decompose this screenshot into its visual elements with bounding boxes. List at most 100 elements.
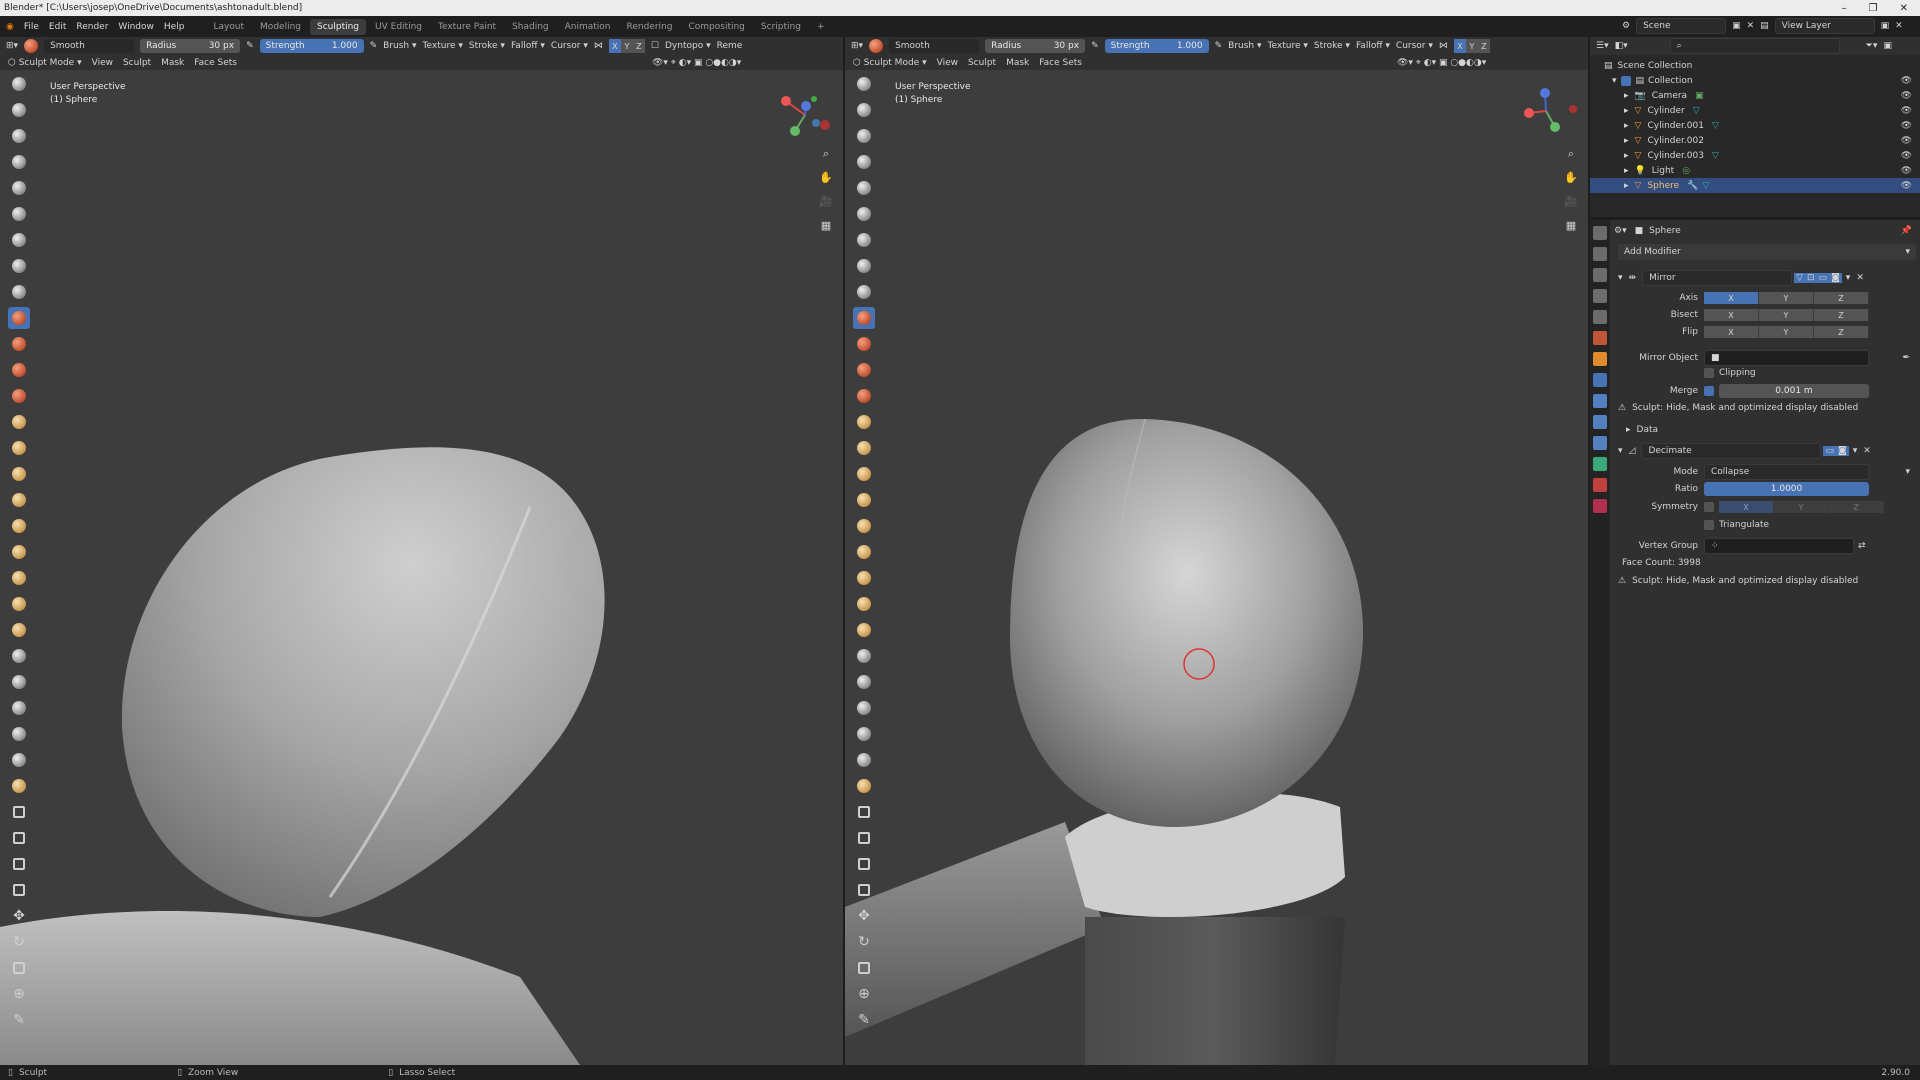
transform-tool-icon[interactable]: ⊕ — [8, 983, 30, 1005]
cloth-brush-icon[interactable] — [853, 697, 875, 719]
expand-icon[interactable]: ▸ — [1624, 181, 1629, 191]
tab-shading[interactable]: Shading — [505, 19, 556, 35]
close-icon[interactable]: ✕ — [1900, 3, 1908, 14]
visibility-eye-icon[interactable]: 👁 — [1901, 181, 1912, 191]
simplify-brush-icon[interactable] — [853, 723, 875, 745]
menu-window[interactable]: Window — [118, 22, 154, 32]
outliner-editor-icon[interactable]: ☰▾ — [1596, 41, 1609, 51]
draw-face-sets-icon[interactable] — [853, 775, 875, 797]
snake-hook-brush-icon[interactable] — [8, 515, 30, 537]
clipping-row[interactable]: Clipping — [1704, 368, 1756, 378]
remove-modifier-icon[interactable]: ✕ — [1863, 446, 1871, 456]
rotate-tool-icon[interactable]: ↻ — [8, 931, 30, 953]
flip-y-toggle[interactable]: Y — [1759, 326, 1814, 338]
pose-brush-icon[interactable] — [853, 567, 875, 589]
move-tool-icon[interactable]: ✥ — [8, 905, 30, 927]
fill-brush-icon[interactable] — [8, 359, 30, 381]
bisect-x-toggle[interactable]: X — [1704, 309, 1759, 321]
merge-checkbox[interactable] — [1704, 386, 1714, 396]
edit-mode-toggle-icon[interactable]: ▽ — [1794, 273, 1805, 283]
eyedropper-icon[interactable]: ✒ — [1902, 353, 1910, 363]
ratio-slider[interactable]: 1.0000 — [1704, 482, 1869, 496]
grab-brush-icon[interactable] — [853, 463, 875, 485]
blender-logo-icon[interactable]: ◉ — [6, 22, 14, 32]
box-mask-icon[interactable] — [853, 801, 875, 823]
grid-view-icon[interactable]: ▦ — [818, 219, 834, 235]
symmetry-x-toggle[interactable]: X — [1719, 501, 1774, 513]
pan-hand-icon[interactable]: ✋ — [818, 171, 834, 187]
collapse-icon[interactable]: ▾ — [1618, 446, 1623, 456]
scrape-brush-icon[interactable] — [8, 385, 30, 407]
multiplane-scrape-brush-icon[interactable] — [853, 411, 875, 433]
add-modifier-dropdown[interactable]: Add Modifier ▾ — [1618, 244, 1916, 260]
fill-brush-icon[interactable] — [853, 359, 875, 381]
box-hide-icon[interactable] — [8, 827, 30, 849]
new-view-layer-icon[interactable]: ▣ — [1881, 21, 1890, 31]
mask-brush-icon[interactable] — [8, 749, 30, 771]
simplify-brush-icon[interactable] — [8, 723, 30, 745]
render-toggle-icon[interactable]: ◙ — [1835, 446, 1849, 456]
symmetry-checkbox[interactable] — [1704, 502, 1714, 512]
display-mode-icon[interactable]: ◧▾ — [1615, 41, 1628, 51]
rotate-brush-icon[interactable] — [8, 619, 30, 641]
box-hide-icon[interactable] — [853, 827, 875, 849]
expand-icon[interactable]: ▸ — [1624, 91, 1629, 101]
outliner-item-cylinder-001[interactable]: ▸ ▽ Cylinder.001 ▽ 👁 — [1590, 118, 1920, 133]
expand-icon[interactable]: ▸ — [1624, 166, 1629, 176]
elastic-deform-brush-icon[interactable] — [853, 489, 875, 511]
data-tab-icon[interactable] — [1593, 457, 1607, 471]
tab-texture-paint[interactable]: Texture Paint — [431, 19, 503, 35]
viewport-right[interactable]: ⊞▾ Smooth Radius 30 px ✎ Strength 1.000 ✎ … — [845, 37, 1588, 1065]
smooth-brush-icon[interactable] — [8, 307, 30, 329]
scale-tool-icon[interactable] — [8, 957, 30, 979]
tab-scripting[interactable]: Scripting — [754, 19, 808, 35]
outliner-item-camera[interactable]: ▸ 📷 Camera ▣ 👁 — [1590, 88, 1920, 103]
view-layer-selector[interactable]: View Layer — [1774, 18, 1875, 34]
inflate-brush-icon[interactable] — [8, 229, 30, 251]
slide-relax-brush-icon[interactable] — [8, 645, 30, 667]
cloth-brush-icon[interactable] — [8, 697, 30, 719]
visibility-eye-icon[interactable]: 👁 — [1901, 106, 1912, 116]
expand-icon[interactable]: ▸ — [1624, 151, 1629, 161]
tab-layout[interactable]: Layout — [206, 19, 251, 35]
camera-view-icon[interactable]: 🎥 — [818, 195, 834, 211]
mirror-object-field[interactable]: ■ ✒ — [1704, 350, 1910, 366]
mode-dropdown[interactable]: Collapse ▾ — [1704, 464, 1910, 480]
clay-brush-icon[interactable] — [8, 125, 30, 147]
axis-z-toggle[interactable]: Z — [1814, 292, 1869, 304]
pinch-brush-icon[interactable] — [8, 437, 30, 459]
layer-brush-icon[interactable] — [853, 203, 875, 225]
scale-tool-icon[interactable] — [853, 957, 875, 979]
snake-hook-brush-icon[interactable] — [853, 515, 875, 537]
transform-tool-icon[interactable]: ⊕ — [853, 983, 875, 1005]
menu-edit[interactable]: Edit — [49, 22, 66, 32]
grid-view-icon[interactable]: ▦ — [1563, 219, 1579, 235]
scene-tab-icon[interactable] — [1593, 310, 1607, 324]
box-trim-icon[interactable] — [853, 879, 875, 901]
scene-selector[interactable]: Scene — [1636, 18, 1727, 34]
draw-brush-icon[interactable] — [8, 73, 30, 95]
flip-x-toggle[interactable]: X — [1704, 326, 1759, 338]
flatten-brush-icon[interactable] — [8, 333, 30, 355]
scene-collection-row[interactable]: ▤ Scene Collection — [1590, 58, 1920, 73]
grab-brush-icon[interactable] — [8, 463, 30, 485]
object-tab-icon[interactable] — [1593, 352, 1607, 366]
viewport-toggle-icon[interactable]: ▭ — [1823, 446, 1836, 456]
tab-animation[interactable]: Animation — [558, 19, 618, 35]
menu-render[interactable]: Render — [76, 22, 108, 32]
tool-tab-icon[interactable] — [1593, 226, 1607, 240]
tab-compositing[interactable]: Compositing — [681, 19, 751, 35]
visibility-eye-icon[interactable]: 👁 — [1901, 76, 1912, 86]
texture-tab-icon[interactable] — [1593, 499, 1607, 513]
smooth-brush-icon[interactable] — [853, 307, 875, 329]
delete-view-layer-icon[interactable]: ✕ — [1895, 21, 1903, 31]
clay-thumb-brush-icon[interactable] — [853, 177, 875, 199]
outliner-search-input[interactable]: ⌕ — [1669, 38, 1840, 54]
thumb-brush-icon[interactable] — [8, 541, 30, 563]
nudge-brush-icon[interactable] — [8, 593, 30, 615]
mask-brush-icon[interactable] — [853, 749, 875, 771]
modifier-tab-icon[interactable] — [1593, 373, 1607, 387]
clipping-checkbox[interactable] — [1704, 368, 1714, 378]
slide-relax-brush-icon[interactable] — [853, 645, 875, 667]
scrape-brush-icon[interactable] — [853, 385, 875, 407]
